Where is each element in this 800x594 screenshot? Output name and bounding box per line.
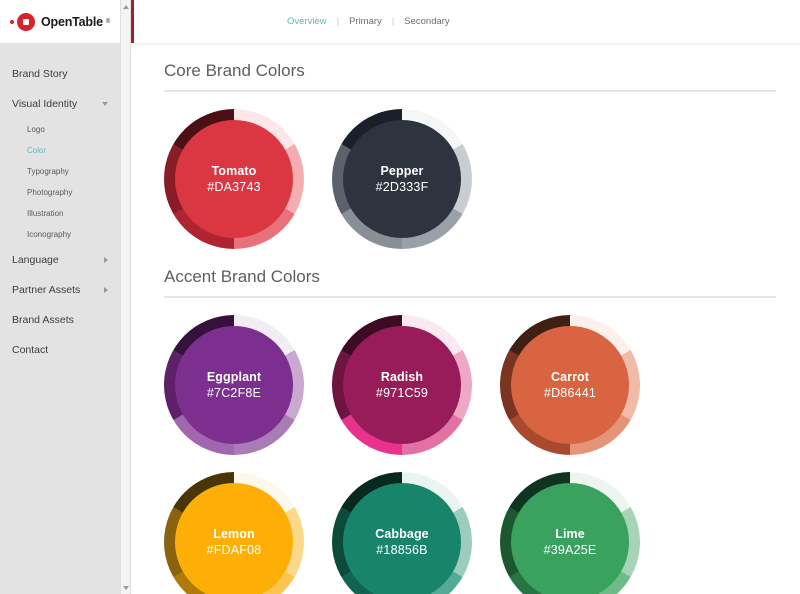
chevron-down-icon bbox=[102, 102, 108, 106]
color-wheel-core: Carrot #D86441 bbox=[511, 326, 629, 444]
color-wheel-core: Lemon #FDAF08 bbox=[175, 483, 293, 594]
section-title: Accent Brand Colors bbox=[164, 267, 320, 286]
section-core-brand-colors: Core Brand Colors Tomato #DA3743 Pepper #2D3… bbox=[134, 43, 800, 249]
tab-secondary[interactable]: Secondary bbox=[394, 16, 459, 27]
color-name: Radish bbox=[380, 370, 424, 384]
chevron-right-icon bbox=[104, 257, 108, 263]
sidebar-item-brand-assets[interactable]: Brand Assets bbox=[0, 305, 120, 335]
color-swatch-lemon[interactable]: Lemon #FDAF08 bbox=[164, 472, 304, 594]
sidebar-subitem-color[interactable]: Color bbox=[0, 140, 120, 161]
opentable-logo[interactable]: OpenTable ® bbox=[10, 12, 111, 31]
logo-small-dot-icon bbox=[10, 19, 14, 24]
sidebar-item-language[interactable]: Language bbox=[0, 245, 120, 275]
color-name: Carrot bbox=[550, 370, 590, 384]
header-tabs: Overview | Primary | Secondary bbox=[277, 16, 460, 27]
color-hex-value: #FDAF08 bbox=[206, 543, 262, 557]
tab-overview[interactable]: Overview bbox=[277, 16, 337, 27]
app-root: OpenTable ® Brand Story Visual Identity Lo… bbox=[0, 0, 800, 594]
color-hex-value: #2D333F bbox=[375, 180, 429, 194]
sidebar-item-contact[interactable]: Contact bbox=[0, 335, 120, 365]
color-name: Lemon bbox=[213, 527, 255, 541]
color-wheel-core: Cabbage #18856B bbox=[343, 483, 461, 594]
color-hex-value: #18856B bbox=[376, 543, 428, 557]
color-swatch-pepper[interactable]: Pepper #2D333F bbox=[332, 109, 472, 249]
sidebar-subitem-illustration[interactable]: Illustration bbox=[0, 203, 120, 224]
sidebar-item-label: Language bbox=[12, 254, 59, 266]
sidebar-subitem-logo[interactable]: Logo bbox=[0, 119, 120, 140]
sidebar-subitem-iconography[interactable]: Iconography bbox=[0, 224, 120, 245]
sidebar-nav: Brand Story Visual Identity Logo Color Typog… bbox=[0, 43, 120, 365]
color-hex-value: #971C59 bbox=[375, 386, 429, 400]
page-scrollbar[interactable] bbox=[120, 0, 131, 594]
color-swatch-tomato[interactable]: Tomato #DA3743 bbox=[164, 109, 304, 249]
color-name: Eggplant bbox=[206, 370, 262, 384]
sidebar-item-label: Iconography bbox=[27, 230, 72, 239]
main-content: Core Brand Colors Tomato #DA3743 Pepper #2D3… bbox=[134, 43, 800, 594]
scroll-up-arrow-icon[interactable] bbox=[121, 1, 130, 12]
color-name: Cabbage bbox=[375, 527, 429, 541]
sidebar-item-visual-identity[interactable]: Visual Identity bbox=[0, 89, 120, 119]
color-swatch-carrot[interactable]: Carrot #D86441 bbox=[500, 315, 640, 455]
color-hex-value: #DA3743 bbox=[207, 180, 261, 194]
color-wheel-core: Lime #39A25E bbox=[511, 483, 629, 594]
sidebar-item-label: Contact bbox=[12, 344, 49, 356]
sidebar-item-label: Illustration bbox=[27, 209, 64, 218]
sidebar: OpenTable ® Brand Story Visual Identity Lo… bbox=[0, 0, 120, 594]
sidebar-subitem-typography[interactable]: Typography bbox=[0, 161, 120, 182]
section-title: Core Brand Colors bbox=[164, 61, 305, 80]
color-swatch-lime[interactable]: Lime #39A25E bbox=[500, 472, 640, 594]
color-wheel-core: Tomato #DA3743 bbox=[175, 120, 293, 238]
swatch-row: Lemon #FDAF08 Cabbage #18856B Lime #39A25E bbox=[164, 455, 776, 594]
sidebar-item-label: Logo bbox=[27, 125, 45, 134]
sidebar-item-label: Brand Assets bbox=[12, 314, 74, 326]
brand-logo-bar[interactable]: OpenTable ® bbox=[0, 0, 120, 43]
sidebar-item-label: Photography bbox=[27, 188, 73, 197]
sidebar-item-label: Partner Assets bbox=[12, 284, 81, 296]
color-hex-value: #39A25E bbox=[543, 543, 597, 557]
color-name: Tomato bbox=[211, 164, 257, 178]
swatch-row: Tomato #DA3743 Pepper #2D333F bbox=[164, 92, 776, 249]
color-wheel-core: Eggplant #7C2F8E bbox=[175, 326, 293, 444]
top-header: Overview | Primary | Secondary bbox=[134, 0, 800, 43]
color-swatch-cabbage[interactable]: Cabbage #18856B bbox=[332, 472, 472, 594]
color-hex-value: #7C2F8E bbox=[206, 386, 262, 400]
logo-wordmark: OpenTable bbox=[41, 14, 103, 29]
color-wheel-core: Radish #971C59 bbox=[343, 326, 461, 444]
logo-circle-icon bbox=[17, 12, 35, 31]
sidebar-item-label: Visual Identity bbox=[12, 98, 78, 110]
sidebar-subitem-photography[interactable]: Photography bbox=[0, 182, 120, 203]
color-hex-value: #D86441 bbox=[543, 386, 597, 400]
registered-mark-icon: ® bbox=[105, 18, 111, 25]
color-swatch-eggplant[interactable]: Eggplant #7C2F8E bbox=[164, 315, 304, 455]
color-name: Pepper bbox=[380, 164, 424, 178]
sidebar-item-label: Brand Story bbox=[12, 68, 68, 80]
tab-primary[interactable]: Primary bbox=[339, 16, 392, 27]
sidebar-item-label: Typography bbox=[27, 167, 69, 176]
scroll-down-arrow-icon[interactable] bbox=[121, 582, 130, 593]
sidebar-item-partner-assets[interactable]: Partner Assets bbox=[0, 275, 120, 305]
chevron-right-icon bbox=[104, 287, 108, 293]
sidebar-item-brand-story[interactable]: Brand Story bbox=[0, 59, 120, 89]
color-name: Lime bbox=[555, 527, 585, 541]
color-wheel-core: Pepper #2D333F bbox=[343, 120, 461, 238]
section-accent-brand-colors: Accent Brand Colors Eggplant #7C2F8E Radish… bbox=[134, 249, 800, 594]
swatch-row: Eggplant #7C2F8E Radish #971C59 Carrot #D8644… bbox=[164, 298, 776, 455]
color-swatch-radish[interactable]: Radish #971C59 bbox=[332, 315, 472, 455]
sidebar-item-label: Color bbox=[27, 146, 47, 155]
